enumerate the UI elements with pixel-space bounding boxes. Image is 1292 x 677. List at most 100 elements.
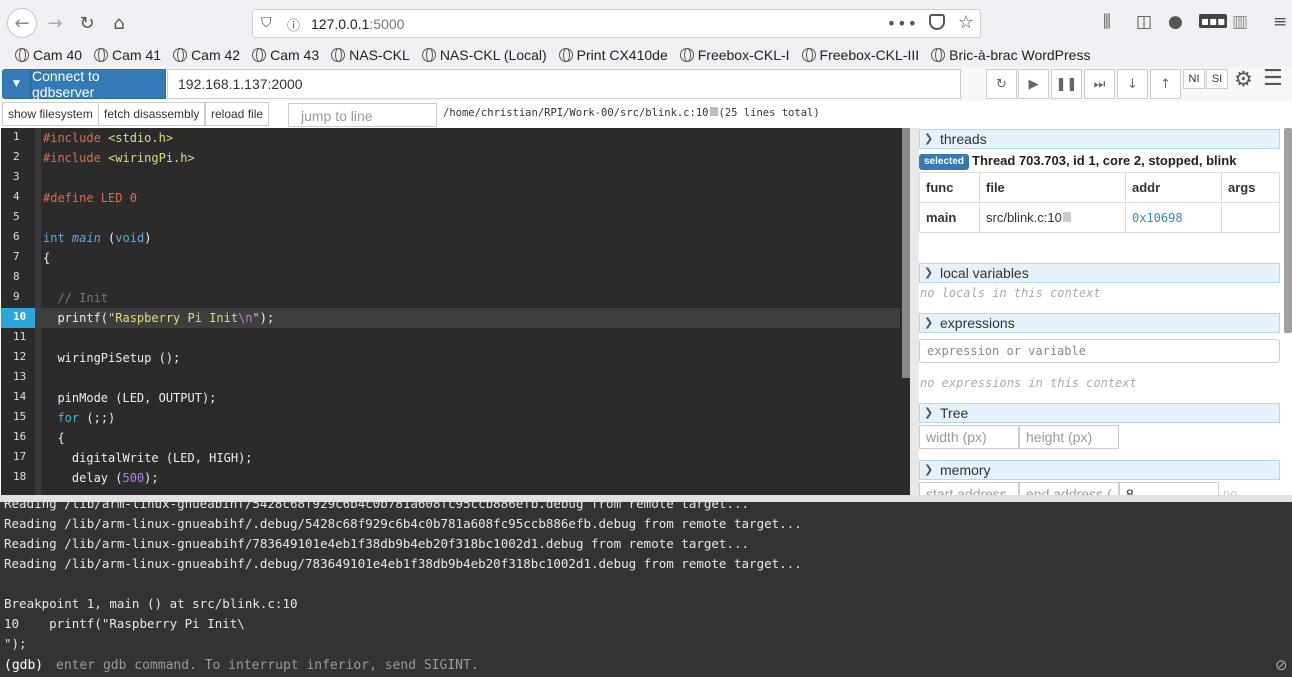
code-line[interactable]: 3 xyxy=(1,168,900,188)
line-number[interactable]: 3 xyxy=(1,168,35,188)
account-icon[interactable]: ● xyxy=(1168,12,1183,32)
line-number[interactable]: 17 xyxy=(1,448,35,468)
line-number[interactable]: 1 xyxy=(1,128,35,148)
bookmark-item[interactable]: Bric-à-brac WordPress xyxy=(931,47,1090,63)
horizontal-splitter[interactable] xyxy=(0,495,1292,502)
code-scrollbar[interactable] xyxy=(902,128,910,378)
clear-console-icon[interactable]: ⊘ xyxy=(1275,656,1288,674)
line-number[interactable]: 13 xyxy=(1,368,35,388)
code-line[interactable]: 10 printf("Raspberry Pi Init\n"); xyxy=(1,308,900,328)
line-number[interactable]: 2 xyxy=(1,148,35,168)
line-number[interactable]: 8 xyxy=(1,268,35,288)
code-line[interactable]: 1 #include <stdio.h> xyxy=(1,128,900,148)
pause-icon[interactable]: ❚❚ xyxy=(1051,69,1082,99)
reload-file-button[interactable]: reload file xyxy=(205,102,270,126)
bookmark-item[interactable]: NAS-CKL (Local) xyxy=(421,47,547,63)
bookmark-item[interactable]: Cam 42 xyxy=(173,47,240,63)
code-line[interactable]: 16 { xyxy=(1,428,900,448)
code-line[interactable]: 18 delay (500); xyxy=(1,468,900,488)
bookmark-item[interactable]: Cam 40 xyxy=(15,47,82,63)
code-line[interactable]: 15 for (;;) xyxy=(1,408,900,428)
memory-header[interactable]: ❯ memory xyxy=(919,460,1280,480)
forward-arrow-icon[interactable]: → xyxy=(40,8,70,38)
right-scrollbar[interactable] xyxy=(1284,128,1292,333)
show-filesystem-button[interactable]: show filesystem xyxy=(2,102,99,126)
step-instruction-button[interactable]: SI xyxy=(1206,69,1228,89)
extension-icon[interactable]: ▪▪▪ xyxy=(1199,14,1228,28)
code-line[interactable]: 17 digitalWrite (LED, HIGH); xyxy=(1,448,900,468)
expressions-header[interactable]: ❯ expressions xyxy=(919,313,1280,333)
line-number[interactable]: 7 xyxy=(1,248,35,268)
copy-icon[interactable] xyxy=(1062,212,1071,222)
step-into-icon[interactable]: ↓ xyxy=(1117,69,1148,99)
bookmark-item[interactable]: Cam 41 xyxy=(94,47,161,63)
code-line[interactable]: 13 xyxy=(1,368,900,388)
target-input[interactable]: 192.168.1.137:2000 xyxy=(167,69,961,99)
bookmark-item[interactable]: Freebox-CKL-III xyxy=(801,47,919,63)
code-line[interactable]: 5 xyxy=(1,208,900,228)
reload-icon[interactable]: ↻ xyxy=(72,8,102,38)
tree-header[interactable]: ❯ Tree xyxy=(919,403,1280,423)
code-line[interactable]: 7{ xyxy=(1,248,900,268)
bookmark-item[interactable]: Print CX410de xyxy=(558,47,668,63)
bookmark-star-icon[interactable]: ☆ xyxy=(958,12,974,33)
fetch-disassembly-button[interactable]: fetch disassembly xyxy=(98,102,206,126)
line-number[interactable]: 15 xyxy=(1,408,35,428)
code-line[interactable]: 6 int main (void) xyxy=(1,228,900,248)
line-number[interactable]: 5 xyxy=(1,208,35,228)
info-icon[interactable]: ⓘ xyxy=(287,15,300,34)
play-icon[interactable]: ▶ xyxy=(1018,69,1049,99)
line-number[interactable]: 6 xyxy=(1,228,35,248)
bookmark-item[interactable]: Cam 43 xyxy=(252,47,319,63)
copy-icon[interactable] xyxy=(709,107,718,116)
line-number[interactable]: 16 xyxy=(1,428,35,448)
line-number[interactable]: 11 xyxy=(1,328,35,348)
bookmark-item[interactable]: Freebox-CKL-I xyxy=(679,47,790,63)
threads-header[interactable]: ❯ threads xyxy=(919,129,1280,149)
sidebar-icon[interactable]: ◫ xyxy=(1136,12,1152,32)
next-instruction-button[interactable]: NI xyxy=(1183,69,1205,89)
frame-addr[interactable]: 0x10698 xyxy=(1125,202,1222,233)
table-row[interactable]: main src/blink.c:10 0x10698 xyxy=(919,202,1280,233)
url-text[interactable]: 127.0.0.1:5000 xyxy=(311,16,404,32)
code-line[interactable]: 14 pinMode (LED, OUTPUT); xyxy=(1,388,900,408)
url-bar[interactable]: ⛉ ⓘ 127.0.0.1:5000 ••• ☆ xyxy=(252,9,981,38)
expression-input[interactable]: expression or variable xyxy=(919,339,1280,363)
frame-file-cell[interactable]: src/blink.c:10 xyxy=(979,202,1126,233)
code-line[interactable]: 12 wiringPiSetup (); xyxy=(1,348,900,368)
line-number[interactable]: 9 xyxy=(1,288,35,308)
back-arrow-icon[interactable]: ← xyxy=(7,8,37,38)
restart-icon[interactable]: ↻ xyxy=(986,69,1017,99)
caret-down-icon[interactable]: ▼ xyxy=(2,69,31,99)
line-number[interactable]: 10 xyxy=(1,308,35,328)
page-actions-icon[interactable]: ••• xyxy=(887,14,918,33)
tree-width-input[interactable]: width (px) xyxy=(919,425,1019,449)
library-icon[interactable]: ⫼ xyxy=(1103,12,1111,32)
code-line[interactable]: 2 #include <wiringPi.h> xyxy=(1,148,900,168)
menu-icon[interactable]: ☰ xyxy=(1263,66,1283,91)
hamburger-menu-icon[interactable]: ≡ xyxy=(1273,12,1287,32)
pocket-icon[interactable] xyxy=(929,14,945,30)
jump-to-line-input[interactable]: jump to line xyxy=(288,103,437,127)
home-icon[interactable]: ⌂ xyxy=(104,8,134,38)
line-number[interactable]: 12 xyxy=(1,348,35,368)
line-number[interactable]: 4 xyxy=(1,188,35,208)
gdb-console[interactable]: Reading /lib/arm-linux-gnueabihf/5428c68… xyxy=(0,502,1292,655)
line-number[interactable]: 14 xyxy=(1,388,35,408)
gear-icon[interactable]: ⚙ xyxy=(1234,67,1253,91)
bookmark-item[interactable]: NAS-CKL xyxy=(331,47,410,63)
step-over-icon[interactable]: ⏭ xyxy=(1084,69,1115,99)
line-number[interactable]: 18 xyxy=(1,468,35,488)
reader-icon[interactable]: ▥ xyxy=(1232,12,1248,32)
code-line[interactable]: 8 xyxy=(1,268,900,288)
tree-height-input[interactable]: height (px) xyxy=(1019,425,1119,449)
code-line[interactable]: 9 // Init xyxy=(1,288,900,308)
connect-gdbserver-button[interactable]: Connect to gdbserver xyxy=(31,68,166,100)
step-out-icon[interactable]: ↑ xyxy=(1150,69,1181,99)
frame-func[interactable]: main xyxy=(919,202,980,233)
code-line[interactable]: 11 xyxy=(1,328,900,348)
locals-header[interactable]: ❯ local variables xyxy=(919,263,1280,283)
gdb-command-input[interactable]: enter gdb command. To interrupt inferior… xyxy=(56,658,479,673)
code-line[interactable]: 4 #define LED 0 xyxy=(1,188,900,208)
shield-icon[interactable]: ⛉ xyxy=(261,15,272,31)
